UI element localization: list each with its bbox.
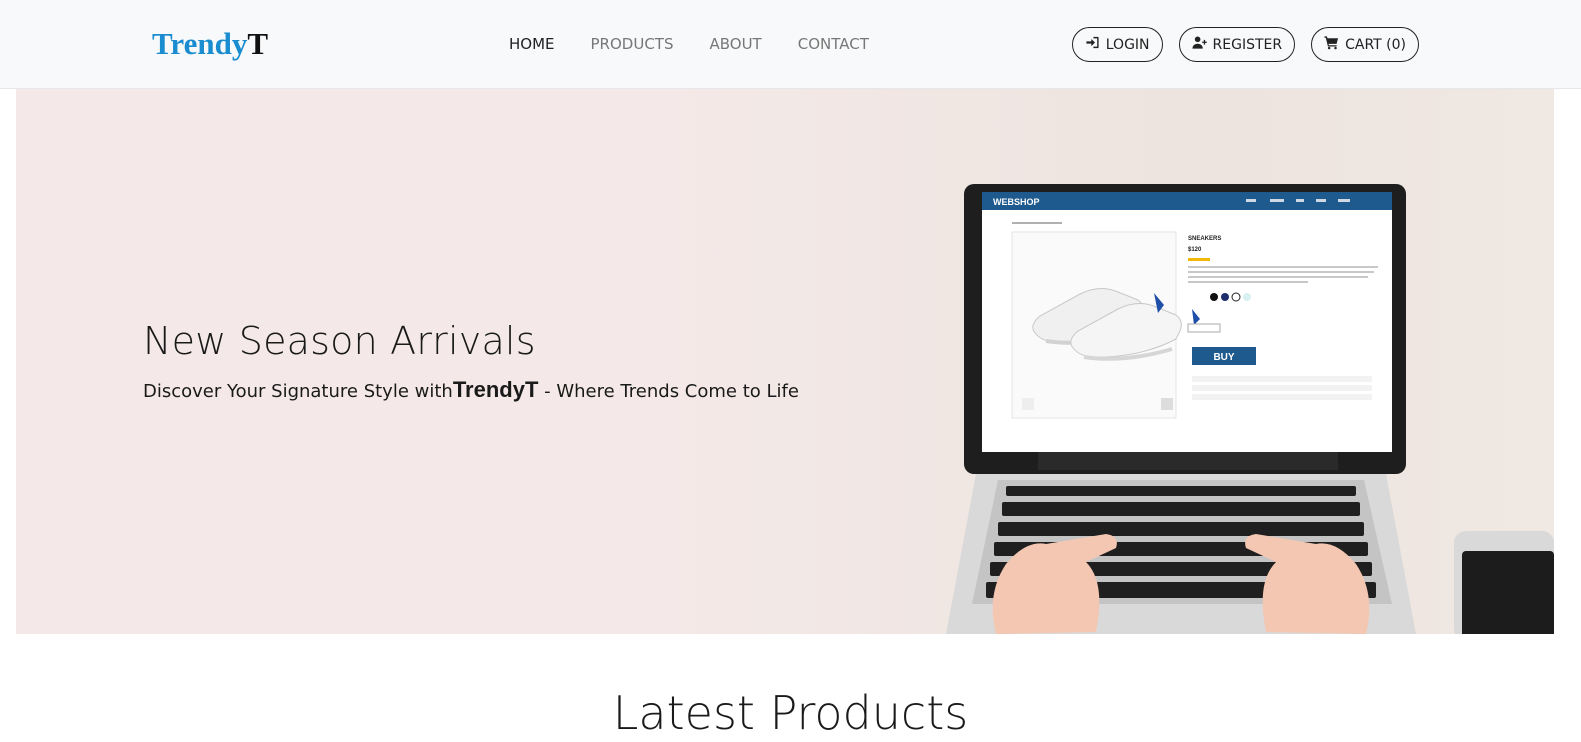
cart-label: CART (0) [1345,36,1406,53]
hero-laptop-image: WEBSHOP SNEAKERS $120 BUY [946,184,1416,634]
hero-banner: New Season Arrivals Discover Your Signat… [16,89,1554,634]
shopping-cart-icon [1324,35,1339,54]
webshop-logo-text: WEBSHOP [993,197,1040,207]
register-label: REGISTER [1212,36,1283,53]
brand-logo-part2: T [247,26,269,61]
hero-title: New Season Arrivals [143,319,536,363]
webshop-product-name: SNEAKERS [1188,236,1221,242]
hero-phone-screen [1462,551,1554,634]
nav-link-home[interactable]: HOME [509,34,555,54]
nav-buttons: LOGIN REGISTER CART (0) [1071,27,1419,62]
hero-subtitle-pre: Discover Your Signature Style with [143,381,453,402]
hero-subtitle-post: - Where Trends Come to Life [538,381,799,402]
latest-products-heading: Latest Products [612,686,969,740]
webshop-buy-button: BUY [1213,352,1234,363]
register-button[interactable]: REGISTER [1178,27,1296,62]
main-nav: HOME PRODUCTS ABOUT CONTACT [509,34,869,54]
brand-logo-part1: Trendy [152,26,248,61]
hero-subtitle: Discover Your Signature Style withTrendy… [143,377,799,405]
hero-subtitle-brand: TrendyT [452,377,539,402]
navbar: TrendyT HOME PRODUCTS ABOUT CONTACT LOGI… [0,0,1581,89]
nav-link-contact[interactable]: CONTACT [798,34,869,54]
brand-logo[interactable]: TrendyT [152,26,268,62]
user-plus-icon [1192,35,1207,54]
nav-link-products[interactable]: PRODUCTS [591,34,674,54]
login-label: LOGIN [1105,36,1150,53]
sign-in-icon [1085,35,1100,54]
cart-button[interactable]: CART (0) [1311,27,1419,62]
login-button[interactable]: LOGIN [1071,27,1163,62]
webshop-product-price: $120 [1188,247,1202,253]
nav-link-about[interactable]: ABOUT [709,34,761,54]
